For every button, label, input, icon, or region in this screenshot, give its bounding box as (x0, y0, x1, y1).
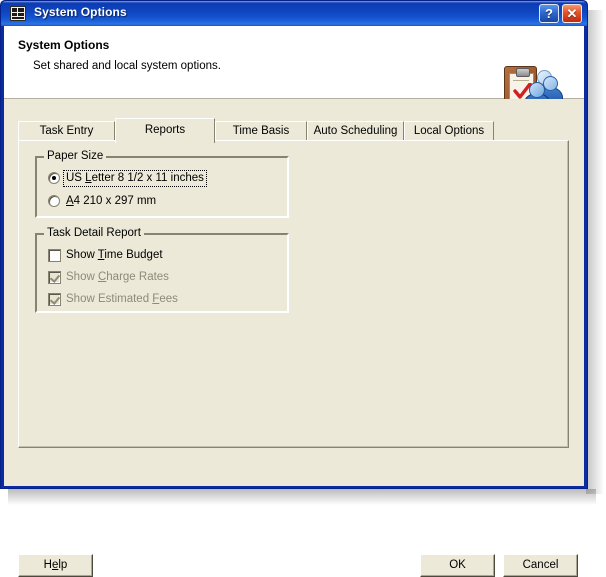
radio-label: A4 210 x 297 mm (66, 195, 157, 207)
tab-task-entry[interactable]: Task Entry (18, 121, 115, 141)
system-options-dialog: System Options ? ✕ System Options Set sh… (0, 0, 588, 577)
tab-local-options[interactable]: Local Options (404, 121, 494, 141)
cancel-button[interactable]: Cancel (503, 554, 578, 577)
checkbox-label: Show Time Budget (66, 249, 163, 261)
checkbox-indicator[interactable] (48, 249, 61, 262)
window-shadow-bottom (8, 489, 596, 505)
checkbox-label: Show Estimated Fees (66, 293, 178, 305)
window-title: System Options (34, 5, 127, 19)
dialog-header-banner: System Options Set shared and local syst… (4, 26, 584, 113)
tab-time-basis[interactable]: Time Basis (215, 121, 307, 141)
task-detail-report-legend: Task Detail Report (44, 227, 144, 239)
checkbox-indicator (48, 293, 61, 306)
title-bar[interactable]: System Options ? ✕ (1, 1, 587, 26)
desktop-background: System Options ? ✕ System Options Set sh… (0, 0, 606, 577)
window-shadow-right (586, 10, 604, 494)
tab-label: Time Basis (232, 125, 290, 137)
tab-label: Reports (144, 124, 186, 136)
titlebar-highlight (1, 1, 587, 3)
options-grid-icon (10, 6, 26, 21)
tab-label: Local Options (413, 125, 485, 137)
tab-content-panel: Paper Size US Letter 8 1/2 x 11 inches A… (18, 140, 569, 448)
tab-auto-scheduling[interactable]: Auto Scheduling (307, 121, 404, 141)
cancel-button-label: Cancel (522, 559, 559, 571)
question-mark-icon: ? (545, 6, 553, 21)
help-button-label: Help (43, 559, 68, 571)
help-button[interactable]: Help (18, 554, 93, 577)
close-button[interactable]: ✕ (562, 4, 582, 23)
checkbox-indicator (48, 271, 61, 284)
paper-size-groupbox: Paper Size US Letter 8 1/2 x 11 inches A… (35, 150, 289, 218)
checkbox-label: Show Charge Rates (66, 271, 169, 283)
radio-indicator[interactable] (48, 172, 60, 184)
page-title: System Options (18, 38, 110, 52)
tab-label: Auto Scheduling (313, 125, 398, 137)
ok-button[interactable]: OK (420, 554, 495, 577)
ok-button-label: OK (449, 559, 466, 571)
page-subtitle: Set shared and local system options. (33, 60, 221, 72)
radio-indicator[interactable] (48, 195, 60, 207)
paper-size-legend: Paper Size (44, 150, 107, 162)
tab-label: Task Entry (39, 125, 94, 137)
help-titlebar-button[interactable]: ? (539, 4, 559, 23)
radio-label: US Letter 8 1/2 x 11 inches (63, 170, 207, 187)
task-detail-report-groupbox: Task Detail Report Show Time Budget Show… (35, 227, 289, 313)
tab-reports[interactable]: Reports (115, 118, 215, 143)
dialog-body: Task Entry Reports Time Basis Auto Sched… (4, 99, 584, 577)
close-icon: ✕ (566, 6, 578, 21)
